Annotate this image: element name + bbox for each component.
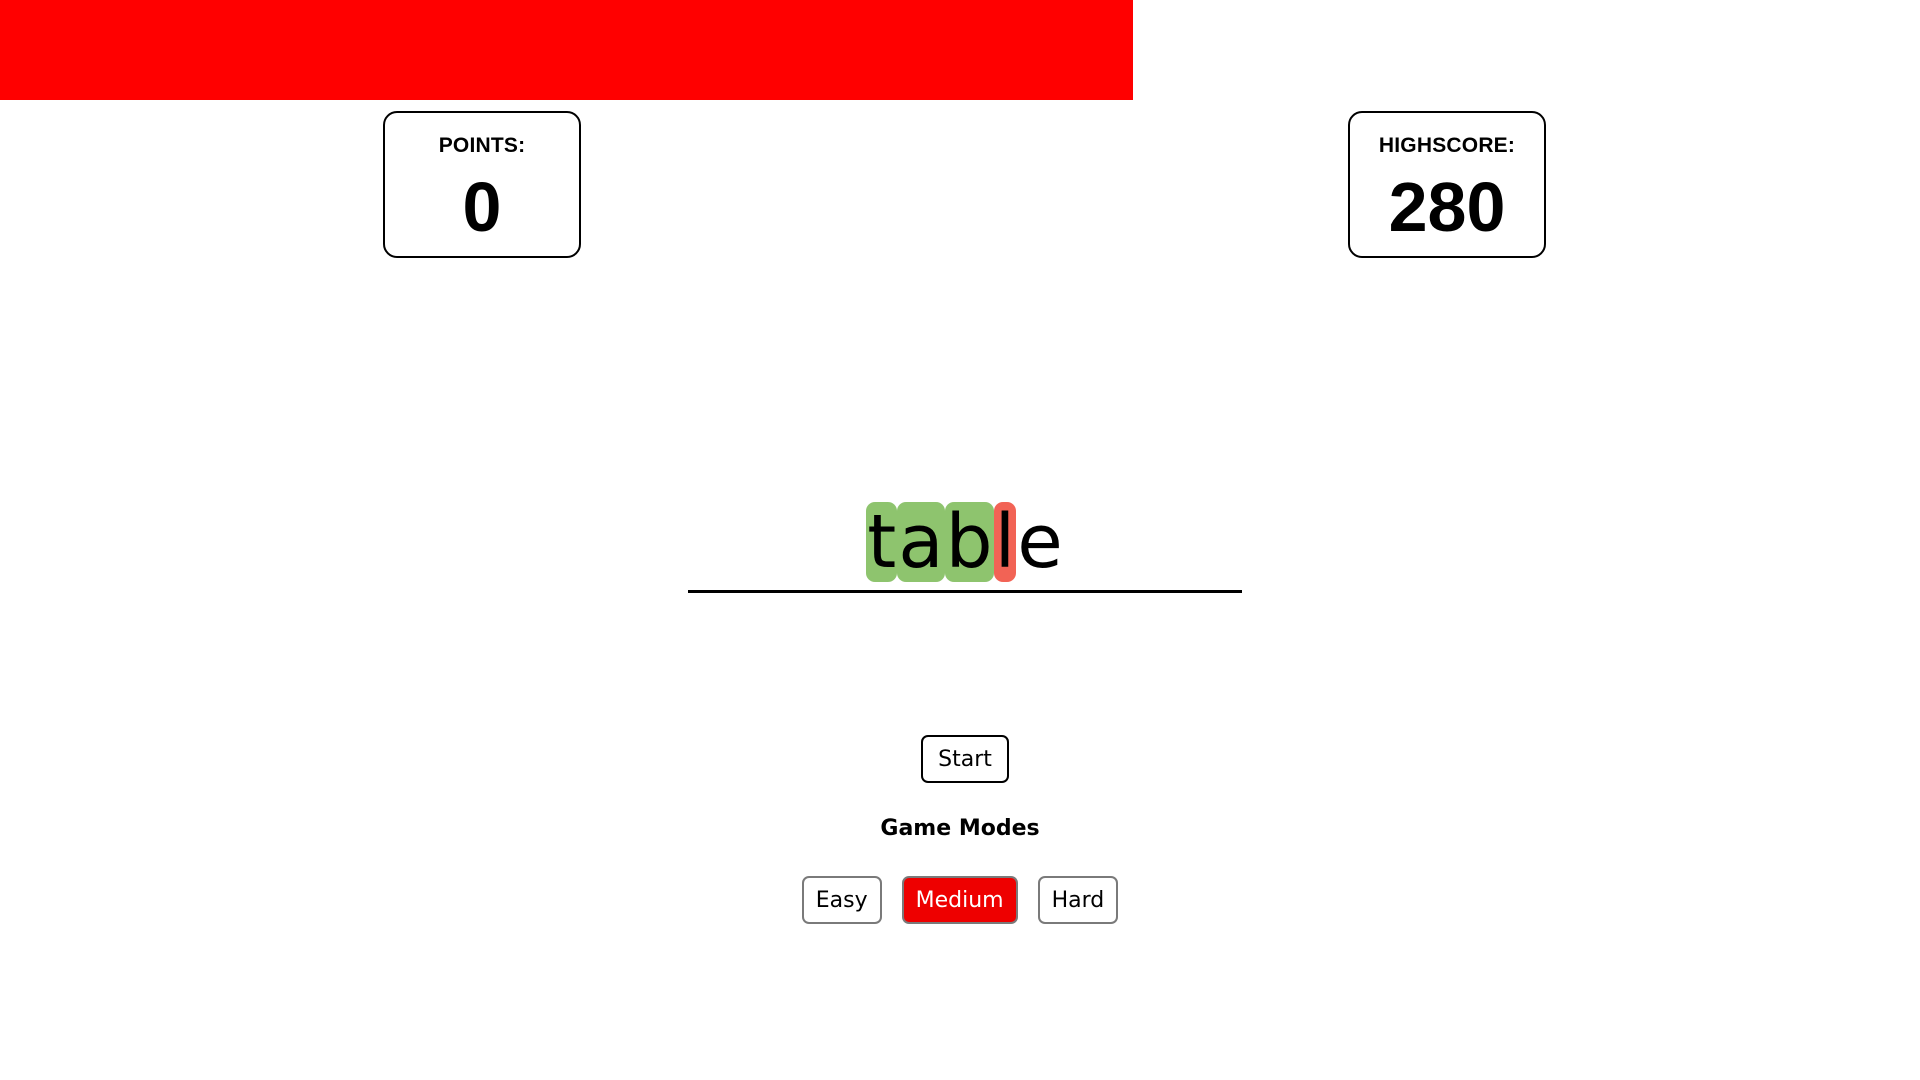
word-underline [688, 590, 1242, 593]
game-screen: POINTS: 0 HIGHSCORE: 280 table Start Gam… [0, 0, 1920, 1080]
word-letter: t [866, 499, 898, 585]
highscore-value: 280 [1388, 168, 1506, 246]
points-label: POINTS: [438, 134, 526, 157]
highscore-box: HIGHSCORE: 280 [1348, 111, 1546, 258]
mode-button-easy[interactable]: Easy [801, 876, 882, 924]
start-button[interactable]: Start [921, 735, 1009, 783]
mode-button-hard[interactable]: Hard [1037, 876, 1119, 924]
word-letter: b [944, 499, 994, 585]
points-box: POINTS: 0 [383, 111, 581, 258]
target-word: table [688, 502, 1242, 582]
mode-button-medium[interactable]: Medium [901, 876, 1018, 924]
game-modes-row: Easy Medium Hard [0, 876, 1920, 924]
word-letter: e [1017, 499, 1063, 585]
game-modes-heading: Game Modes [880, 816, 1040, 841]
points-value: 0 [462, 168, 502, 246]
timer-bar [0, 0, 1133, 100]
word-letter: l [993, 499, 1017, 585]
word-letter: a [897, 499, 945, 585]
word-area[interactable]: table [688, 490, 1242, 593]
timer-track [0, 0, 1920, 100]
highscore-label: HIGHSCORE: [1378, 134, 1516, 157]
